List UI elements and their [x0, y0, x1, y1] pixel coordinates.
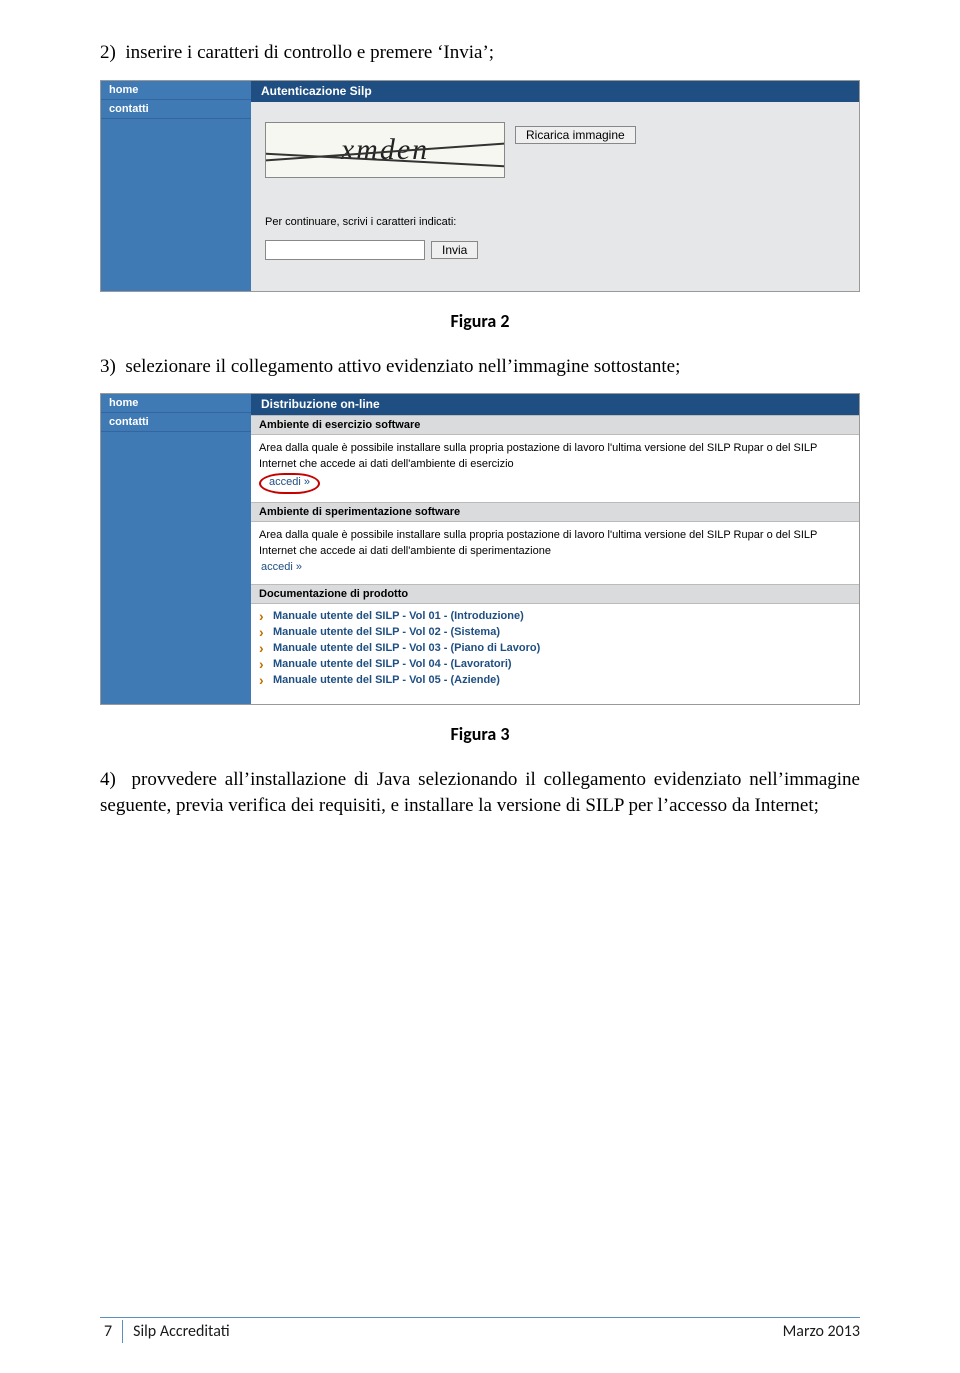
section-sperimentazione-text: Area dalla quale è possibile installare … — [259, 529, 817, 557]
sidebar-fill — [101, 119, 251, 291]
doc-link[interactable]: Manuale utente del SILP - Vol 05 - (Azie… — [259, 672, 851, 688]
screenshot-distribuzione: home contatti Distribuzione on-line Ambi… — [100, 393, 860, 705]
screenshot-autenticazione: home contatti Autenticazione Silp xmden … — [100, 80, 860, 292]
sidebar-item-home[interactable]: home — [101, 81, 251, 100]
accedi-link-esercizio[interactable]: accedi » — [259, 473, 320, 494]
doc-link[interactable]: Manuale utente del SILP - Vol 04 - (Lavo… — [259, 656, 851, 672]
section-sperimentazione-title: Ambiente di sperimentazione software — [251, 502, 859, 522]
section-sperimentazione-body: Area dalla quale è possibile installare … — [251, 522, 859, 584]
footer-title: Silp Accreditati — [133, 1322, 230, 1341]
sidebar: home contatti — [101, 394, 251, 704]
section-esercizio-text: Area dalla quale è possibile installare … — [259, 442, 817, 470]
doc-list: Manuale utente del SILP - Vol 01 - (Intr… — [251, 604, 859, 698]
captcha-image: xmden — [265, 122, 505, 178]
sidebar-fill — [101, 432, 251, 704]
doc-link[interactable]: Manuale utente del SILP - Vol 01 - (Intr… — [259, 608, 851, 624]
doc-link[interactable]: Manuale utente del SILP - Vol 03 - (Pian… — [259, 640, 851, 656]
dist-content: Ambiente di esercizio software Area dall… — [251, 415, 859, 704]
step4-text: 4) provvedere all’installazione di Java … — [100, 767, 860, 818]
submit-button[interactable]: Invia — [431, 241, 478, 259]
figure3-caption: Figura 3 — [100, 723, 860, 745]
figure2-caption: Figura 2 — [100, 310, 860, 332]
page-number: 7 — [100, 1320, 123, 1343]
captcha-panel: xmden Ricarica immagine Per continuare, … — [251, 102, 859, 291]
captcha-input[interactable] — [265, 240, 425, 260]
footer-date: Marzo 2013 — [783, 1322, 860, 1341]
sidebar-item-home[interactable]: home — [101, 394, 251, 413]
section-esercizio-body: Area dalla quale è possibile installare … — [251, 435, 859, 502]
sidebar: home contatti — [101, 81, 251, 291]
section-esercizio-title: Ambiente di esercizio software — [251, 415, 859, 435]
accedi-link-sperimentazione[interactable]: accedi » — [259, 560, 304, 576]
page-header: Distribuzione on-line — [251, 394, 859, 415]
doc-link[interactable]: Manuale utente del SILP - Vol 02 - (Sist… — [259, 624, 851, 640]
page-header: Autenticazione Silp — [251, 81, 859, 102]
section-doc-title: Documentazione di prodotto — [251, 584, 859, 604]
captcha-prompt: Per continuare, scrivi i caratteri indic… — [265, 216, 845, 228]
page-footer: 7 Silp Accreditati Marzo 2013 — [100, 1317, 860, 1343]
sidebar-item-contatti[interactable]: contatti — [101, 100, 251, 119]
step2-text: 2) inserire i caratteri di controllo e p… — [100, 40, 860, 66]
step3-text: 3) selezionare il collegamento attivo ev… — [100, 354, 860, 380]
sidebar-item-contatti[interactable]: contatti — [101, 413, 251, 432]
reload-captcha-button[interactable]: Ricarica immagine — [515, 126, 636, 144]
